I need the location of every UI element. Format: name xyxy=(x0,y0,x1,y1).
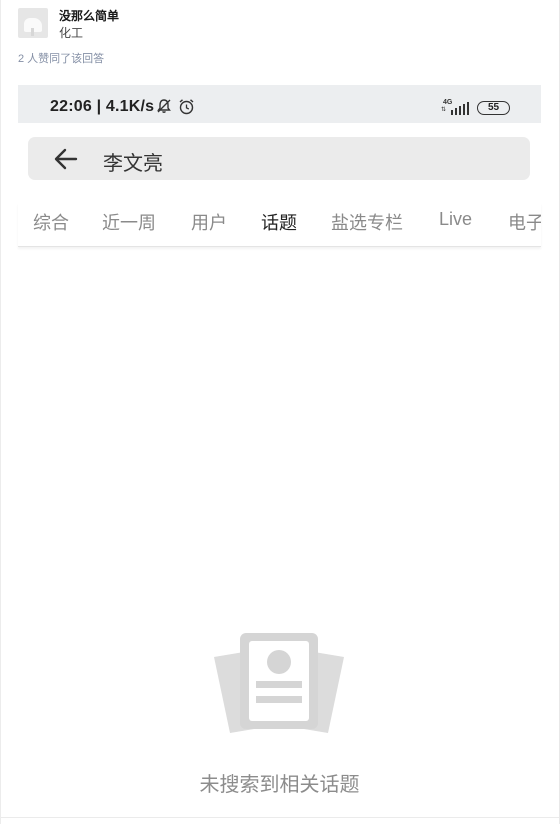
divider xyxy=(1,817,559,818)
search-bar[interactable]: 李文亮 xyxy=(28,137,530,180)
author-headline: 化工 xyxy=(59,26,84,40)
phone-screenshot: 22:06 | 4.1K/s 4G ⇅ 55 李文亮 综合 近一周 用户 话题 … xyxy=(18,85,541,815)
status-bar: 22:06 | 4.1K/s 4G ⇅ 55 xyxy=(18,85,541,123)
status-time: 22:06 | 4.1K/s xyxy=(50,98,155,115)
tab-users[interactable]: 用户 xyxy=(191,209,227,235)
network-type: 4G xyxy=(443,99,453,106)
answer-card: 没那么简单 化工 2 人赞同了该回答 22:06 | 4.1K/s 4G ⇅ 5… xyxy=(0,0,560,824)
tab-salt-column[interactable]: 盐选专栏 xyxy=(331,209,403,235)
author-block: 没那么简单 化工 xyxy=(18,8,119,42)
alarm-clock-icon xyxy=(178,98,195,119)
vote-count-text: 2 人赞同了该回答 xyxy=(18,53,105,65)
empty-state-message: 未搜索到相关话题 xyxy=(199,774,360,796)
empty-cards-icon xyxy=(208,629,350,737)
search-input[interactable]: 李文亮 xyxy=(103,147,163,176)
bell-muted-icon xyxy=(156,98,172,118)
back-arrow-icon[interactable] xyxy=(52,145,80,173)
search-tabs: 综合 近一周 用户 话题 盐选专栏 Live 电子 xyxy=(18,203,541,247)
author-name[interactable]: 没那么简单 xyxy=(59,8,119,25)
tab-recent-week[interactable]: 近一周 xyxy=(102,209,156,235)
signal-strength-icon: 4G ⇅ xyxy=(441,99,471,115)
battery-icon: 55 xyxy=(477,101,510,115)
tab-comprehensive[interactable]: 综合 xyxy=(33,209,69,235)
tab-live[interactable]: Live xyxy=(439,209,472,230)
tab-topics[interactable]: 话题 xyxy=(261,209,297,235)
author-avatar[interactable] xyxy=(18,8,48,38)
tab-ebooks[interactable]: 电子 xyxy=(508,209,541,235)
